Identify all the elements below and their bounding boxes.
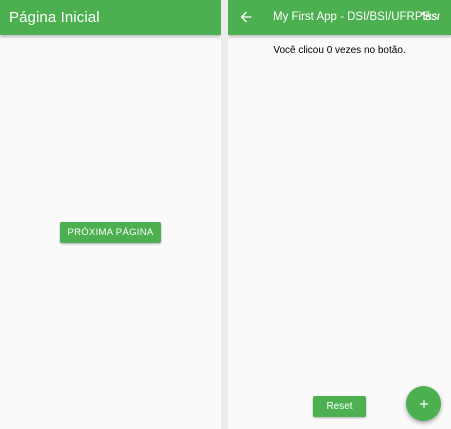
app-title: My First App - DSI/BSI/UFRPE [273,11,431,23]
click-counter-text: Você clicou 0 vezes no botão. [273,45,406,56]
next-page-button[interactable]: PRÓXIMA PÁGINA [60,222,161,243]
arrow-back-icon[interactable] [238,9,254,25]
counter-screen: My First App - DSI/BSI/UFRPE BSI Você cl… [228,0,451,429]
home-screen: Página Inicial PRÓXIMA PÁGINA [0,0,221,429]
page-title: Página Inicial [9,9,100,26]
home-app-bar: Página Inicial [0,0,221,35]
device-screenshots: Página Inicial PRÓXIMA PÁGINA My First A… [0,0,451,429]
add-icon [419,399,428,408]
counter-app-bar: My First App - DSI/BSI/UFRPE BSI [228,0,451,35]
bsi-logo: BSI [421,11,443,23]
reset-button[interactable]: Reset [313,396,366,417]
increment-fab[interactable] [406,386,441,421]
